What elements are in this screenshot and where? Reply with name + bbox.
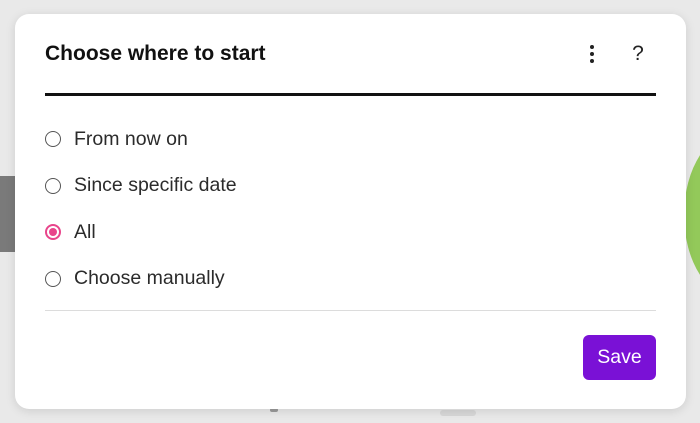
app-backdrop: Choose where to start ? From now on Sinc… xyxy=(0,0,700,423)
help-button[interactable]: ? xyxy=(626,38,650,70)
radio-all[interactable] xyxy=(45,224,61,241)
option-since-specific-date[interactable]: Since specific date xyxy=(45,163,656,210)
option-choose-manually[interactable]: Choose manually xyxy=(45,256,656,303)
background-green-shape xyxy=(684,130,700,300)
option-label: Since specific date xyxy=(74,174,237,197)
footer-divider xyxy=(45,310,656,311)
save-button[interactable]: Save xyxy=(583,335,656,380)
more-options-button[interactable] xyxy=(580,38,604,70)
start-point-dialog: Choose where to start ? From now on Sinc… xyxy=(15,14,686,409)
radio-since-specific-date[interactable] xyxy=(45,177,61,194)
option-from-now-on[interactable]: From now on xyxy=(45,116,656,163)
option-all[interactable]: All xyxy=(45,209,656,256)
radio-choose-manually[interactable] xyxy=(45,270,61,287)
option-label: All xyxy=(74,220,96,243)
start-option-group: From now on Since specific date All Choo… xyxy=(45,116,656,302)
option-label: Choose manually xyxy=(74,267,225,290)
help-icon: ? xyxy=(632,42,644,65)
header-actions: ? xyxy=(580,38,650,70)
option-label: From now on xyxy=(74,127,188,150)
kebab-vertical-icon xyxy=(590,45,594,63)
dialog-header: Choose where to start ? xyxy=(45,14,656,96)
dialog-title: Choose where to start xyxy=(45,42,266,65)
radio-from-now-on[interactable] xyxy=(45,131,61,148)
background-pill xyxy=(440,410,476,416)
